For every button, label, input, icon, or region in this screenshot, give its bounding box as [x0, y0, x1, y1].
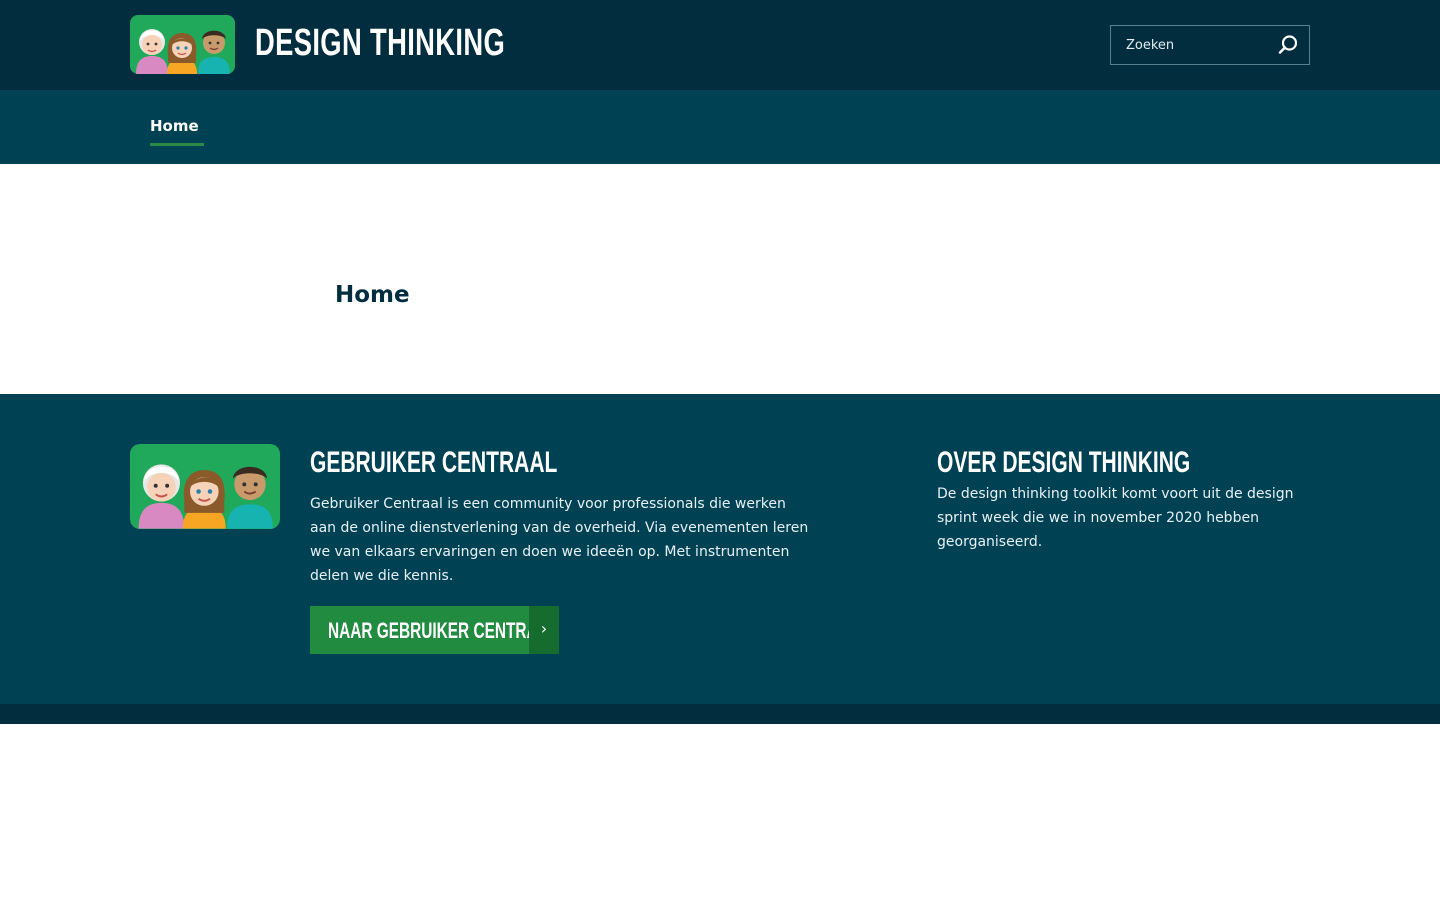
site-logo[interactable] [130, 15, 235, 74]
search-box [1110, 25, 1310, 65]
nav-item-home[interactable]: Home [150, 117, 199, 135]
search-input[interactable] [1111, 26, 1271, 64]
gebruiker-centraal-heading: GEBRUIKER CENTRAAL [310, 446, 558, 479]
nav-active-indicator [150, 143, 204, 146]
chevron-right-icon: › [529, 606, 559, 654]
search-button[interactable] [1273, 30, 1303, 60]
people-group-logo-icon [136, 29, 230, 74]
site-title[interactable]: DESIGN THINKING [255, 22, 505, 65]
over-design-thinking-heading: OVER DESIGN THINKING [937, 446, 1191, 479]
button-label: NAAR GEBRUIKER CENTRAAL [328, 618, 559, 643]
people-group-logo-icon [138, 464, 273, 529]
naar-gebruiker-centraal-button[interactable]: NAAR GEBRUIKER CENTRAAL › [310, 606, 559, 654]
gebruiker-centraal-logo[interactable] [130, 444, 280, 529]
search-icon [1278, 35, 1298, 54]
over-design-thinking-description: De design thinking toolkit komt voort ui… [937, 486, 1294, 550]
main-navigation [0, 90, 1440, 164]
gebruiker-centraal-description: Gebruiker Centraal is een community voor… [310, 496, 809, 584]
page-title: Home [335, 282, 410, 308]
footer-bottom-bar [0, 704, 1440, 724]
